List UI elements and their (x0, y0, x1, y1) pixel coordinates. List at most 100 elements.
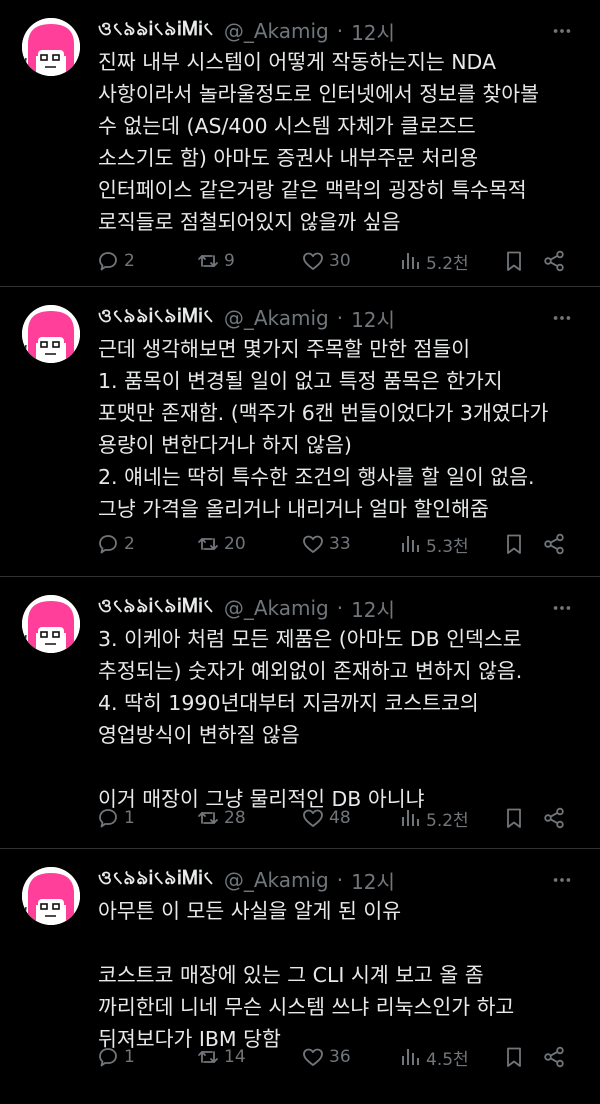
timestamp[interactable]: 12시 (351, 304, 395, 333)
timestamp[interactable]: 12시 (351, 866, 395, 895)
like-count: 36 (329, 1047, 351, 1067)
reply-button[interactable]: 1 (96, 1040, 135, 1074)
more-options-button[interactable] (544, 863, 580, 897)
reply-button[interactable]: 1 (96, 801, 135, 835)
views-button[interactable]: 4.5천 (398, 1040, 469, 1074)
separator-dot: · (336, 306, 344, 330)
tweet-text: 3. 이케아 처럼 모든 제품은 (아마도 DB 인덱스로 추정되는) 숫자가 … (98, 627, 523, 811)
more-options-button[interactable] (544, 14, 580, 48)
view-count: 5.2천 (426, 253, 469, 274)
separator-dot: · (336, 868, 344, 892)
user-handle[interactable]: @_Akamig (224, 19, 329, 43)
retweet-icon (198, 255, 218, 267)
share-button[interactable] (542, 527, 566, 561)
views-button[interactable]: 5.2천 (398, 801, 469, 835)
views-button[interactable]: 5.2천 (398, 244, 469, 278)
timestamp[interactable]: 12시 (351, 17, 395, 46)
reply-count: 1 (124, 1047, 135, 1067)
tweet-4[interactable]: ও৻৯ঌᎥ৻৯ᎥᎷᎥ৻ @_Akamig · 12시 아무튼 이 모든 사실을 … (0, 849, 600, 1104)
timestamp[interactable]: 12시 (351, 594, 395, 623)
share-button[interactable] (542, 1040, 566, 1074)
tweet-thread: ও৻৯ঌᎥ৻৯ᎥᎷᎥ৻ @_Akamig · 12시 진짜 내부 시스템이 어떻… (0, 0, 600, 1104)
avatar[interactable] (22, 305, 80, 363)
user-handle[interactable]: @_Akamig (224, 596, 329, 620)
separator-dot: · (336, 19, 344, 43)
more-dots-icon (553, 606, 571, 610)
display-name[interactable]: ও৻৯ঌᎥ৻৯ᎥᎷᎥ৻ (98, 864, 214, 896)
avatar[interactable] (22, 867, 80, 925)
bookmark-button[interactable] (502, 1040, 526, 1074)
share-icon (544, 250, 564, 272)
like-count: 30 (329, 251, 351, 271)
tweet-header: ও৻৯ঌᎥ৻৯ᎥᎷᎥ৻ @_Akamig · 12시 (98, 14, 540, 48)
retweet-button[interactable]: 9 (196, 244, 235, 278)
user-handle[interactable]: @_Akamig (224, 868, 329, 892)
like-button[interactable]: 30 (301, 244, 351, 278)
view-count: 4.5천 (426, 1049, 469, 1070)
reply-count: 1 (124, 808, 135, 828)
retweet-button[interactable]: 20 (196, 527, 246, 561)
retweet-icon (198, 1051, 218, 1063)
retweet-icon (198, 812, 218, 824)
like-button[interactable]: 33 (301, 527, 351, 561)
retweet-button[interactable]: 14 (196, 1040, 246, 1074)
bar-chart-icon (402, 810, 419, 826)
view-count: 5.2천 (426, 810, 469, 831)
tweet-1[interactable]: ও৻৯ঌᎥ৻৯ᎥᎷᎥ৻ @_Akamig · 12시 진짜 내부 시스템이 어떻… (0, 0, 600, 287)
share-button[interactable] (542, 801, 566, 835)
reply-button[interactable]: 2 (96, 244, 135, 278)
like-button[interactable]: 48 (301, 801, 351, 835)
bookmark-button[interactable] (502, 527, 526, 561)
bar-chart-icon (402, 1049, 419, 1065)
bookmark-icon (507, 534, 521, 554)
action-bar: 1 14 36 4.5천 (96, 1040, 580, 1074)
action-bar: 2 9 30 5.2천 (96, 244, 580, 278)
retweet-count: 9 (224, 251, 235, 271)
display-name[interactable]: ও৻৯ঌᎥ৻৯ᎥᎷᎥ৻ (98, 592, 214, 624)
speech-bubble-icon (99, 1048, 117, 1067)
tweet-header: ও৻৯ঌᎥ৻৯ᎥᎷᎥ৻ @_Akamig · 12시 (98, 301, 540, 335)
share-icon (544, 533, 564, 555)
heart-icon (303, 535, 323, 553)
more-options-button[interactable] (544, 591, 580, 625)
tweet-3[interactable]: ও৻৯ঌᎥ৻৯ᎥᎷᎥ৻ @_Akamig · 12시 3. 이케아 처럼 모든 … (0, 577, 600, 849)
heart-icon (303, 252, 323, 270)
tweet-text: 진짜 내부 시스템이 어떻게 작동하는지는 NDA 사항이라서 놀라울정도로 인… (98, 50, 539, 234)
more-options-button[interactable] (544, 301, 580, 335)
more-dots-icon (553, 29, 571, 33)
like-button[interactable]: 36 (301, 1040, 351, 1074)
action-bar: 2 20 33 5.3천 (96, 527, 580, 561)
share-icon (544, 1046, 564, 1068)
like-count: 48 (329, 808, 351, 828)
avatar[interactable] (22, 18, 80, 76)
display-name[interactable]: ও৻৯ঌᎥ৻৯ᎥᎷᎥ৻ (98, 302, 214, 334)
tweet-text: 근데 생각해보면 몇가지 주목할 만한 점들이 1. 품목이 변경될 일이 없고… (98, 337, 549, 521)
views-button[interactable]: 5.3천 (398, 527, 469, 561)
like-count: 33 (329, 534, 351, 554)
bookmark-button[interactable] (502, 244, 526, 278)
bookmark-icon (507, 808, 521, 828)
bar-chart-icon (402, 253, 419, 269)
bar-chart-icon (402, 536, 419, 552)
bookmark-button[interactable] (502, 801, 526, 835)
speech-bubble-icon (99, 252, 117, 271)
retweet-count: 20 (224, 534, 246, 554)
display-name[interactable]: ও৻৯ঌᎥ৻৯ᎥᎷᎥ৻ (98, 15, 214, 47)
tweet-header: ও৻৯ঌᎥ৻৯ᎥᎷᎥ৻ @_Akamig · 12시 (98, 591, 540, 625)
more-dots-icon (553, 878, 571, 882)
avatar[interactable] (22, 595, 80, 653)
retweet-button[interactable]: 28 (196, 801, 246, 835)
heart-icon (303, 809, 323, 827)
tweet-2[interactable]: ও৻৯ঌᎥ৻৯ᎥᎷᎥ৻ @_Akamig · 12시 근데 생각해보면 몇가지 … (0, 287, 600, 577)
bookmark-icon (507, 251, 521, 271)
action-bar: 1 28 48 5.2천 (96, 801, 580, 835)
share-button[interactable] (542, 244, 566, 278)
tweet-header: ও৻৯ঌᎥ৻৯ᎥᎷᎥ৻ @_Akamig · 12시 (98, 863, 540, 897)
user-handle[interactable]: @_Akamig (224, 306, 329, 330)
more-dots-icon (553, 316, 571, 320)
reply-count: 2 (124, 534, 135, 554)
reply-button[interactable]: 2 (96, 527, 135, 561)
separator-dot: · (336, 596, 344, 620)
reply-count: 2 (124, 251, 135, 271)
speech-bubble-icon (99, 809, 117, 828)
